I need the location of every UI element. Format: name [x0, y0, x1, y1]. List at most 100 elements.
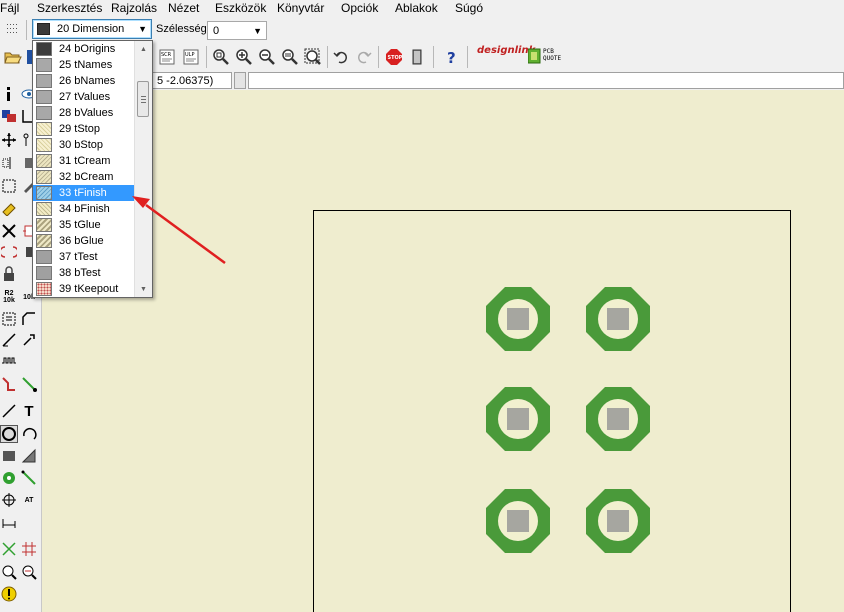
grid-icon[interactable]: [4, 20, 24, 40]
hole-icon[interactable]: [0, 491, 18, 509]
scroll-down-icon[interactable]: ▼: [135, 281, 152, 297]
pad[interactable]: [485, 386, 551, 452]
miter-icon[interactable]: [20, 310, 38, 328]
rectangle-icon[interactable]: [0, 447, 18, 465]
menu-library[interactable]: Könyvtár: [277, 1, 324, 15]
layer-option[interactable]: 36 bGlue: [33, 233, 136, 249]
ripup-icon[interactable]: [20, 375, 38, 393]
zoom-in-icon[interactable]: [234, 47, 254, 67]
auto-router-icon[interactable]: [20, 540, 38, 558]
replace-icon[interactable]: [0, 243, 18, 261]
dropdown-arrow-icon[interactable]: ▼: [253, 26, 262, 36]
menu-windows[interactable]: Ablakok: [395, 1, 438, 15]
pad[interactable]: [585, 488, 651, 554]
pad[interactable]: [485, 488, 551, 554]
stop-icon[interactable]: STOP: [384, 47, 404, 67]
pad[interactable]: [585, 386, 651, 452]
layer-option[interactable]: 35 tGlue: [33, 217, 136, 233]
menu-options[interactable]: Opciók: [341, 1, 378, 15]
layer-option[interactable]: 28 bValues: [33, 105, 136, 121]
meander-icon[interactable]: [0, 352, 18, 370]
menu-help[interactable]: Súgó: [455, 1, 483, 15]
board-canvas[interactable]: [42, 90, 844, 612]
name-tool[interactable]: R2 10k: [0, 288, 18, 306]
layer-swatch: [36, 170, 52, 184]
menu-view[interactable]: Nézet: [168, 1, 199, 15]
layer-option[interactable]: 30 bStop: [33, 137, 136, 153]
signal-icon[interactable]: [20, 469, 38, 487]
drc-icon[interactable]: [407, 47, 427, 67]
svg-text:?: ?: [447, 49, 456, 66]
menu-edit[interactable]: Szerkesztés: [37, 1, 102, 15]
svg-text:STOP: STOP: [388, 55, 403, 61]
zoom-detail-icon[interactable]: [0, 563, 18, 581]
ratsnest-icon[interactable]: [0, 540, 18, 558]
layer-option-label: 31 tCream: [59, 155, 111, 167]
script-icon[interactable]: SCR: [157, 47, 177, 67]
dimension-icon[interactable]: [0, 514, 18, 532]
zoom-redraw-icon[interactable]: [280, 47, 300, 67]
group-icon[interactable]: [0, 177, 18, 195]
info-icon[interactable]: [0, 85, 18, 103]
menu-tools[interactable]: Eszközök: [215, 1, 266, 15]
undo-icon[interactable]: [331, 47, 351, 67]
pcb-quote-button[interactable]: PCB QUOTE: [528, 48, 566, 66]
circle-tool[interactable]: [0, 425, 18, 443]
layer-option[interactable]: 34 bFinish: [33, 201, 136, 217]
mirror-icon[interactable]: [0, 154, 18, 172]
via-icon[interactable]: [0, 469, 18, 487]
pad[interactable]: [485, 286, 551, 352]
layer-swatch: [36, 90, 52, 104]
layer-option-label: 34 bFinish: [59, 203, 110, 215]
delete-icon[interactable]: [0, 222, 18, 240]
open-folder-icon[interactable]: [3, 47, 23, 67]
command-line-input[interactable]: [248, 72, 844, 89]
scroll-up-icon[interactable]: ▲: [135, 41, 152, 57]
lock-icon[interactable]: [0, 265, 18, 283]
move-icon[interactable]: [0, 131, 18, 149]
coordinate-display: 5 -2.06375): [150, 72, 232, 89]
attribute-tool[interactable]: AT: [20, 491, 38, 509]
smash-icon[interactable]: [0, 310, 18, 328]
zoom-out-icon[interactable]: [257, 47, 277, 67]
route-icon[interactable]: [0, 375, 18, 393]
polygon-icon[interactable]: [20, 447, 38, 465]
layer-option[interactable]: 37 tTest: [33, 249, 136, 265]
pad[interactable]: [585, 286, 651, 352]
wire-icon[interactable]: [0, 402, 18, 420]
layer-select[interactable]: 20 Dimension ▼: [32, 19, 152, 39]
layer-option[interactable]: 24 bOrigins: [33, 41, 136, 57]
layer-option[interactable]: 25 tNames: [33, 57, 136, 73]
paste-icon[interactable]: [0, 199, 18, 217]
layer-option[interactable]: 38 bTest: [33, 265, 136, 281]
split-icon[interactable]: [0, 331, 18, 349]
menu-file[interactable]: Fájl: [0, 1, 19, 15]
dropdown-scrollbar[interactable]: ▲ ▼: [134, 41, 152, 297]
arc-icon[interactable]: [20, 425, 38, 443]
text-tool[interactable]: T: [20, 402, 38, 420]
layer-option[interactable]: 26 bNames: [33, 73, 136, 89]
layer-option[interactable]: 31 tCream: [33, 153, 136, 169]
menu-draw[interactable]: Rajzolás: [111, 1, 157, 15]
help-icon[interactable]: ?: [442, 47, 462, 67]
redo-icon[interactable]: [354, 47, 374, 67]
display-icon[interactable]: [0, 107, 18, 125]
coordinate-button[interactable]: [234, 72, 246, 89]
optimize-icon[interactable]: [20, 331, 38, 349]
layer-option-label: 26 bNames: [59, 75, 116, 87]
zoom-select-icon[interactable]: [303, 47, 323, 67]
warning-icon[interactable]: [0, 585, 18, 603]
layer-option[interactable]: 39 tKeepout: [33, 281, 136, 297]
layer-option[interactable]: 27 tValues: [33, 89, 136, 105]
designlink-button[interactable]: designlink: [477, 46, 535, 68]
layer-option[interactable]: 33 tFinish: [33, 185, 136, 201]
dropdown-arrow-icon[interactable]: ▼: [138, 24, 147, 34]
scroll-thumb[interactable]: [137, 81, 149, 117]
layer-option[interactable]: 32 bCream: [33, 169, 136, 185]
toolbar-separator: [327, 46, 328, 68]
errors-icon[interactable]: [20, 563, 38, 581]
zoom-fit-icon[interactable]: [211, 47, 231, 67]
layer-option[interactable]: 29 tStop: [33, 121, 136, 137]
ulp-icon[interactable]: ULP: [181, 47, 201, 67]
width-select[interactable]: 0 ▼: [207, 21, 267, 40]
